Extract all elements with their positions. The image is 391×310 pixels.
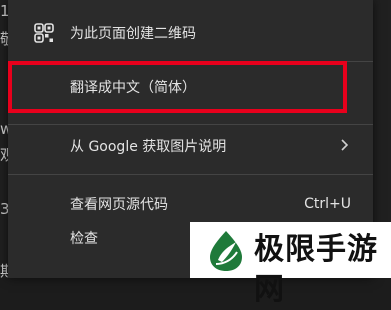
menu-item-shortcut: Ctrl+U: [304, 196, 351, 212]
menu-item-label: 查看网页源代码: [70, 197, 168, 213]
watermark-text: 极限手游网: [254, 232, 378, 307]
menu-separator: [8, 124, 373, 125]
menu-separator: [8, 174, 373, 175]
menu-item-view-source[interactable]: 查看网页源代码 Ctrl+U: [8, 187, 373, 221]
menu-item-label: 从 Google 获取图片说明: [70, 139, 227, 155]
leaf-drop-logo: [210, 231, 242, 271]
menu-item-label: 为此页面创建二维码: [70, 26, 196, 42]
menu-item-label: 检查: [70, 231, 98, 247]
menu-item-create-qr-code[interactable]: 为此页面创建二维码: [8, 16, 373, 50]
highlight-frame: [8, 61, 347, 113]
watermark: 极限手游网: [190, 222, 391, 307]
chevron-right-icon: [341, 139, 349, 151]
menu-item-google-image-description[interactable]: 从 Google 获取图片说明: [8, 129, 373, 163]
qr-code-icon: [34, 23, 54, 43]
